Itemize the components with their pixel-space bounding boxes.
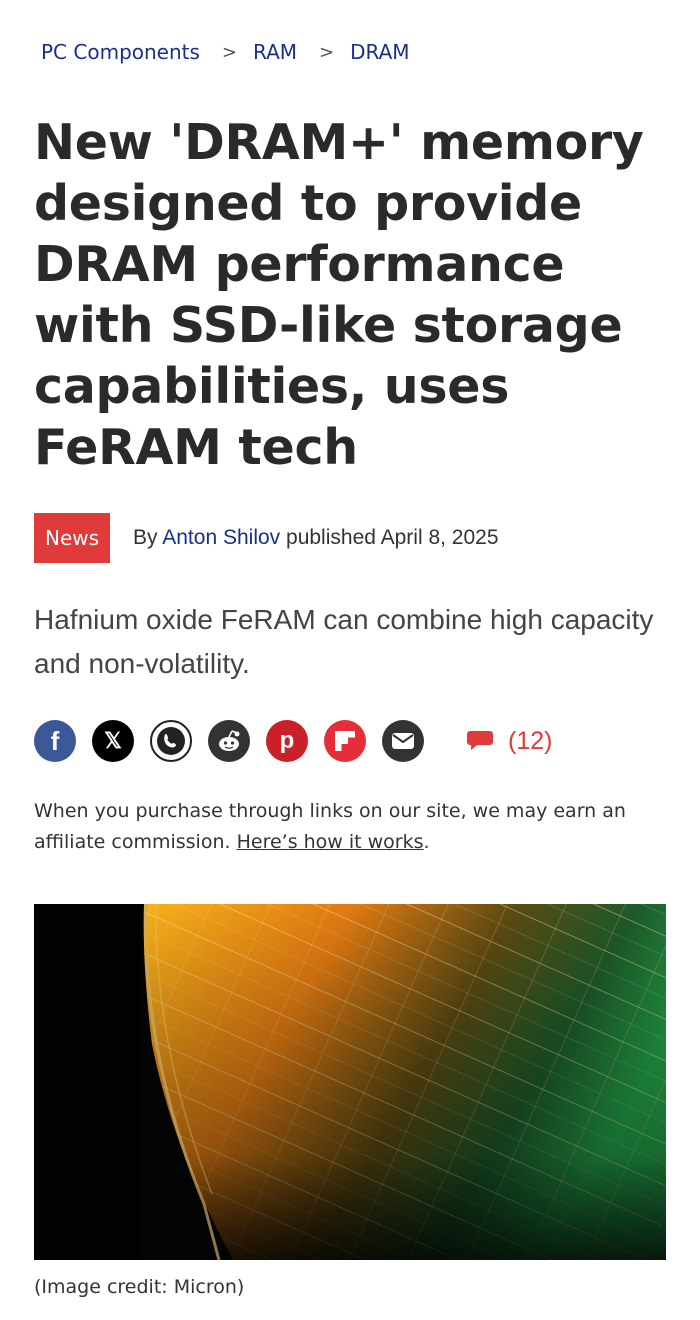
x-icon[interactable]: 𝕏 xyxy=(92,720,134,762)
hero-image xyxy=(34,904,666,1260)
comment-count: (12) xyxy=(508,726,553,755)
email-icon[interactable] xyxy=(382,720,424,762)
comment-bubble-icon xyxy=(467,731,493,750)
breadcrumb-pc-components[interactable]: PC Components xyxy=(41,40,200,64)
breadcrumb-separator: > xyxy=(319,41,335,63)
article-standfirst: Hafnium oxide FeRAM can combine high cap… xyxy=(34,604,654,679)
article-title: New 'DRAM+' memory designed to provide D… xyxy=(34,114,644,476)
reddit-icon[interactable] xyxy=(208,720,250,762)
category-badge[interactable]: News xyxy=(34,513,111,563)
disclosure-suffix: . xyxy=(423,831,430,853)
byline-prefix: By xyxy=(133,526,158,549)
breadcrumb: PC Components > RAM > DRAM xyxy=(41,40,410,64)
breadcrumb-ram[interactable]: RAM xyxy=(253,40,297,64)
facebook-icon[interactable]: f xyxy=(34,720,76,762)
affiliate-disclosure: When you purchase through links on our s… xyxy=(34,796,664,858)
byline: By Anton Shilov published April 8, 2025 xyxy=(133,526,498,550)
publish-date: April 8, 2025 xyxy=(380,526,499,549)
article-meta: News By Anton Shilov published April 8, … xyxy=(34,513,499,563)
image-credit: (Image credit: Micron) xyxy=(34,1276,245,1298)
how-it-works-link[interactable]: Here’s how it works xyxy=(237,831,424,853)
author-link[interactable]: Anton Shilov xyxy=(162,526,280,549)
published-prefix: published xyxy=(286,526,376,549)
breadcrumb-separator: > xyxy=(221,41,238,63)
pinterest-icon[interactable]: p xyxy=(266,720,308,762)
whatsapp-icon[interactable] xyxy=(150,720,192,762)
share-bar: f 𝕏 p (12) xyxy=(34,720,552,762)
flipboard-icon[interactable] xyxy=(324,720,366,762)
comments-link[interactable]: (12) xyxy=(466,727,552,756)
breadcrumb-dram[interactable]: DRAM xyxy=(350,40,409,64)
